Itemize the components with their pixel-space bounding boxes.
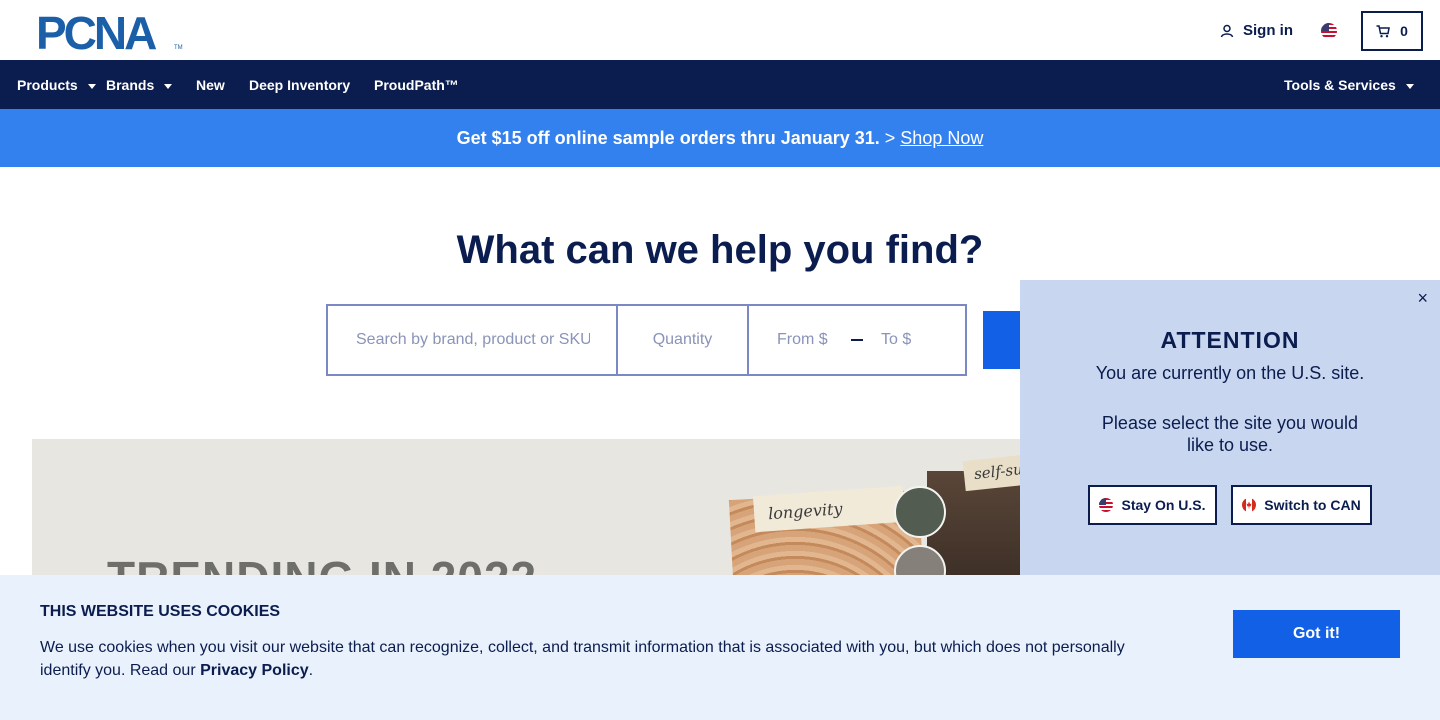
close-icon[interactable]: ×	[1417, 288, 1428, 309]
sign-in-label: Sign in	[1243, 22, 1293, 39]
us-flag-icon	[1099, 498, 1114, 512]
promo-separator: >	[884, 127, 896, 148]
svg-text:PCNA: PCNA	[36, 11, 156, 51]
cookie-suffix: .	[308, 662, 314, 679]
cart-icon	[1376, 24, 1390, 37]
price-from-input[interactable]	[777, 331, 837, 349]
nav-item-proudpath[interactable]: ProudPath™	[374, 60, 459, 109]
popup-message: You are currently on the U.S. site.	[1095, 363, 1365, 383]
region-popup: × ATTENTION You are currently on the U.S…	[1020, 280, 1440, 580]
top-header: PCNA TM Sign in 0	[0, 0, 1440, 60]
nav-item-label: ProudPath™	[374, 76, 459, 93]
popup-instruction: Please select the site you would like to…	[1101, 413, 1359, 455]
search-field	[328, 306, 618, 374]
chevron-down-icon	[87, 83, 96, 89]
sign-in-link[interactable]: Sign in	[1220, 22, 1293, 39]
nav-item-brands[interactable]: Brands	[106, 60, 173, 109]
nav-item-label: Products	[17, 76, 78, 93]
promo-text: Get $15 off online sample orders thru Ja…	[456, 127, 880, 148]
cookie-text: We use cookies when you visit our websit…	[40, 636, 1150, 682]
us-flag-icon[interactable]	[1321, 23, 1337, 39]
search-form	[326, 304, 967, 376]
color-swatch	[894, 486, 946, 538]
cookie-banner: THIS WEBSITE USES COOKIES We use cookies…	[0, 575, 1440, 720]
quantity-field	[618, 306, 749, 374]
cart-count: 0	[1400, 23, 1408, 39]
quantity-input[interactable]	[618, 331, 747, 349]
nav-item-label: Brands	[106, 76, 155, 93]
nav-item-tools-services[interactable]: Tools & Services	[1284, 60, 1414, 109]
stay-on-us-button[interactable]: Stay On U.S.	[1088, 485, 1217, 525]
canada-flag-icon	[1242, 498, 1257, 512]
user-icon	[1220, 24, 1234, 37]
price-to-input[interactable]	[881, 331, 941, 349]
stay-label: Stay On U.S.	[1121, 497, 1206, 513]
search-input[interactable]	[356, 331, 590, 349]
switch-label: Switch to CAN	[1264, 497, 1361, 513]
promo-banner: Get $15 off online sample orders thru Ja…	[0, 109, 1440, 167]
nav-item-label: Tools & Services	[1284, 76, 1396, 93]
page-title: What can we help you find?	[456, 228, 984, 272]
got-it-button[interactable]: Got it!	[1233, 610, 1400, 658]
shop-now-link[interactable]: Shop Now	[900, 128, 983, 149]
nav-item-deep-inventory[interactable]: Deep Inventory	[249, 60, 350, 109]
main-nav: Products Brands New Deep Inventory Proud…	[0, 60, 1440, 109]
switch-to-can-button[interactable]: Switch to CAN	[1231, 485, 1372, 525]
chevron-down-icon	[1405, 83, 1414, 89]
privacy-policy-link[interactable]: Privacy Policy	[200, 662, 309, 679]
pcna-logo[interactable]: PCNA TM	[36, 7, 184, 59]
nav-item-products[interactable]: Products	[17, 60, 96, 109]
nav-item-label: New	[196, 76, 225, 93]
chevron-down-icon	[164, 83, 173, 89]
cart-button[interactable]: 0	[1361, 11, 1423, 51]
range-dash	[851, 339, 863, 341]
svg-text:TM: TM	[174, 45, 183, 51]
nav-item-label: Deep Inventory	[249, 76, 351, 93]
cookie-title: THIS WEBSITE USES COOKIES	[40, 603, 281, 620]
popup-title: ATTENTION	[1160, 327, 1300, 353]
price-range-field	[749, 306, 965, 374]
nav-item-new[interactable]: New	[196, 60, 225, 109]
logo-graphic: PCNA TM	[36, 7, 183, 59]
